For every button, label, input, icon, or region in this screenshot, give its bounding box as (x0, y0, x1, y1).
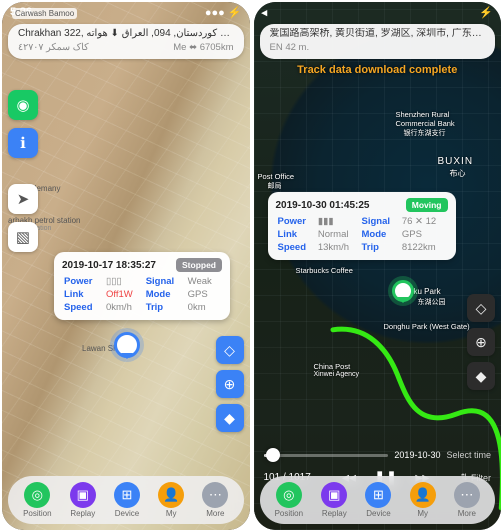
address-line: Chrakhan 322, السليمانية, هەرێمی کوردستا… (18, 28, 234, 41)
position-icon: ◎ (276, 482, 302, 508)
dock-more[interactable]: ⋯More (202, 482, 228, 518)
poi-bank3: 银行东湖支行 (404, 128, 446, 138)
position-icon: ◎ (24, 482, 50, 508)
device-icon: ⊞ (365, 482, 391, 508)
dock-my[interactable]: 👤My (410, 482, 436, 518)
poi-buxin-cn: 布心 (450, 168, 466, 179)
more-icon: ⋯ (202, 482, 228, 508)
address-sub-left: کاک سمکر ٤٢٧٠٧ (18, 42, 89, 54)
dock-position[interactable]: ◎Position (23, 482, 51, 518)
dock-device[interactable]: ⊞Device (114, 482, 140, 518)
arrow-button[interactable]: ➤ (8, 184, 38, 214)
info-icon: ℹ (20, 134, 26, 152)
tracker-card[interactable]: 2019-10-17 18:35:27 Stopped Power▯▯▯Sign… (54, 252, 230, 320)
scrub-knob[interactable] (266, 448, 280, 462)
poi-xinwei: Xinwei Agency (314, 371, 360, 378)
card-timestamp: 2019-10-17 18:35:27 (62, 260, 156, 271)
dock-replay[interactable]: ▣Replay (321, 482, 347, 518)
scrub-track[interactable] (264, 454, 389, 457)
state-pill: Moving (406, 198, 448, 212)
download-banner: Track data download complete (254, 64, 502, 76)
target-icon: ⊕ (224, 376, 236, 393)
back-icon[interactable]: ◂ (262, 6, 268, 19)
compass-icon: ◇ (224, 342, 235, 359)
card-table: Power▯▯▯SignalWeak LinkOff1WModeGPS Spee… (62, 275, 222, 314)
tracker-card[interactable]: 2019-10-30 01:45:25 Moving Power▮▮▮Signa… (268, 192, 456, 260)
poi-post: Post Office (258, 172, 295, 181)
dock-position[interactable]: ◎Position (275, 482, 303, 518)
address-bar[interactable]: 爱国路高架桥, 黄贝街道, 罗湖区, 深圳市, 广东省, 518000, 中国 … (260, 24, 496, 59)
poi-post-cn: 邮局 (268, 181, 282, 191)
address-bar[interactable]: Chrakhan 322, السليمانية, هەرێمی کوردستا… (8, 24, 244, 59)
poi-buxin: BUXIN (438, 156, 474, 167)
address-sub-right: Me ⬌ 6705km (173, 42, 233, 54)
navigate-button[interactable]: ◆ (216, 404, 244, 432)
compass-icon: ◇ (476, 300, 487, 317)
info-button[interactable]: ℹ (8, 128, 38, 158)
poi-starbucks: Starbucks Coffee (296, 266, 353, 275)
map-control-buttons: ◇ ⊕ ◆ (216, 336, 244, 432)
locate-button[interactable]: ◉ (8, 90, 38, 120)
recenter-button[interactable]: ⊕ (467, 328, 495, 356)
compass-button[interactable]: ◇ (467, 294, 495, 322)
layers-icon: ▧ (16, 228, 30, 246)
dock-more[interactable]: ⋯More (454, 482, 480, 518)
my-icon: 👤 (410, 482, 436, 508)
my-icon: 👤 (158, 482, 184, 508)
dock-replay[interactable]: ▣Replay (70, 482, 96, 518)
layers-button[interactable]: ▧ (8, 222, 38, 252)
compass-button[interactable]: ◇ (216, 336, 244, 364)
more-icon: ⋯ (454, 482, 480, 508)
card-timestamp: 2019-10-30 01:45:25 (276, 200, 370, 211)
status-icons: ⚡ (479, 6, 493, 19)
timeline-scrubber[interactable]: 2019-10-30 Select time (264, 450, 492, 460)
address-sub: EN 42 m. (270, 42, 310, 54)
poi-kupark-cn: 东湖公园 (418, 297, 446, 307)
recenter-button[interactable]: ⊕ (216, 370, 244, 398)
device-icon: ⊞ (114, 482, 140, 508)
locate-icon: ◉ (16, 96, 29, 114)
left-side-buttons: ◉ ℹ ➤ ▧ (8, 90, 38, 252)
scrub-date: 2019-10-30 (394, 450, 440, 460)
poi-carwash: Carwash Bamoo (12, 8, 77, 19)
state-pill: Stopped (176, 258, 222, 272)
poi-kupark: ku Park (414, 287, 441, 296)
tracker-marker[interactable] (114, 332, 140, 358)
poi-donghu: Donghu Park (West Gate) (384, 322, 470, 331)
nav-icon: ◆ (224, 410, 235, 427)
tracker-marker[interactable] (392, 280, 414, 302)
arrow-icon: ➤ (17, 190, 30, 208)
status-icons: ●●● ⚡ (205, 6, 242, 19)
replay-icon: ▣ (321, 482, 347, 508)
phone-left: 5:26 ●●● ⚡ Chrakhan 322, السليمانية, هەر… (2, 2, 250, 530)
bottom-dock: ◎Position ▣Replay ⊞Device 👤My ⋯More (8, 476, 244, 524)
dock-device[interactable]: ⊞Device (365, 482, 391, 518)
phone-right: ◂ ⚡ 爱国路高架桥, 黄贝街道, 罗湖区, 深圳市, 广东省, 518000,… (254, 2, 502, 530)
navigate-button[interactable]: ◆ (467, 362, 495, 390)
poi-chinapost: China Post (314, 362, 351, 371)
poi-bank2: Commercial Bank (396, 119, 455, 128)
scrub-select[interactable]: Select time (446, 450, 491, 460)
poi-bank: Shenzhen Rural (396, 110, 450, 119)
status-bar: ◂ ⚡ (262, 6, 494, 19)
map-control-buttons: ◇ ⊕ ◆ (467, 294, 495, 390)
dock-my[interactable]: 👤My (158, 482, 184, 518)
nav-icon: ◆ (476, 368, 487, 385)
target-icon: ⊕ (475, 334, 487, 351)
replay-icon: ▣ (70, 482, 96, 508)
card-table: Power▮▮▮Signal76 ✕ 12 LinkNormalModeGPS … (276, 215, 448, 254)
address-line: 爱国路高架桥, 黄贝街道, 罗湖区, 深圳市, 广东省, 518000, 中国 … (270, 28, 486, 41)
bottom-dock: ◎Position ▣Replay ⊞Device 👤My ⋯More (260, 476, 496, 524)
